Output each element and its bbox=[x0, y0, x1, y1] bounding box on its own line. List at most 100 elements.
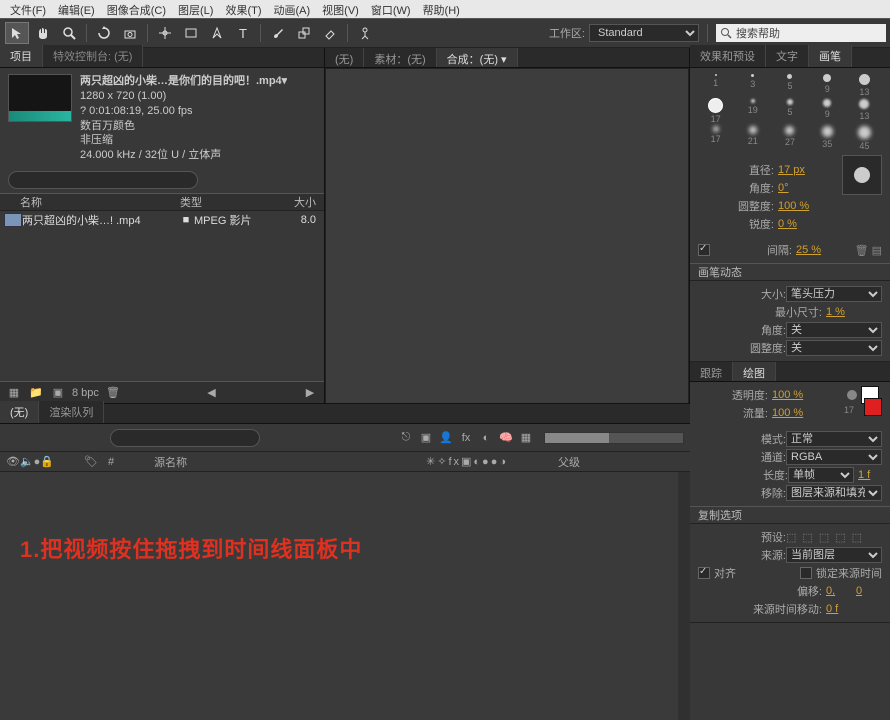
timeline-body[interactable]: 1.把视频按住拖拽到时间线面板中 bbox=[0, 472, 690, 720]
spacing-checkbox[interactable] bbox=[698, 244, 710, 256]
rectangle-tool[interactable] bbox=[179, 22, 203, 44]
tl-graph-icon[interactable]: ▣ bbox=[418, 431, 434, 445]
brush-preset[interactable]: 5 bbox=[772, 99, 807, 124]
brush-preset[interactable]: 17 bbox=[698, 126, 733, 151]
menu-file[interactable]: 文件(F) bbox=[4, 0, 52, 18]
bpc-toggle[interactable]: 8 bpc bbox=[72, 387, 99, 399]
brush-preset[interactable]: 45 bbox=[847, 126, 882, 151]
offset-x[interactable]: 0, bbox=[822, 585, 852, 597]
tab-brush[interactable]: 画笔 bbox=[809, 45, 852, 67]
transfer-select[interactable]: 图层来源和填充 bbox=[786, 485, 882, 501]
preset-icon[interactable]: ⬚ bbox=[819, 531, 829, 544]
menu-view[interactable]: 视图(V) bbox=[316, 0, 365, 18]
tl-3d-icon[interactable]: ▦ bbox=[518, 431, 534, 445]
mode-select[interactable]: 正常 bbox=[786, 431, 882, 447]
workspace-select[interactable]: Standard bbox=[589, 24, 699, 42]
project-search[interactable] bbox=[8, 171, 198, 189]
tab-tracker[interactable]: 跟踪 bbox=[690, 362, 733, 381]
brush-preset[interactable]: 13 bbox=[847, 74, 882, 97]
tab-composition[interactable]: 合成：(无) ▾ bbox=[437, 48, 518, 67]
roundness-value[interactable]: 100 % bbox=[774, 200, 834, 212]
length-field[interactable]: 1 f bbox=[854, 469, 882, 481]
brush-preset[interactable]: 21 bbox=[735, 126, 770, 151]
col-size[interactable]: 大小 bbox=[260, 194, 324, 210]
help-search[interactable]: 搜索帮助 bbox=[716, 24, 886, 42]
selection-tool[interactable] bbox=[5, 22, 29, 44]
swap-colors-icon[interactable] bbox=[847, 390, 857, 400]
source-name-col[interactable]: 源名称 bbox=[154, 454, 187, 470]
brush-tool[interactable] bbox=[266, 22, 290, 44]
comp-icon[interactable]: ▣ bbox=[50, 386, 66, 400]
anchor-tool[interactable] bbox=[153, 22, 177, 44]
interpret-icon[interactable]: ▦ bbox=[6, 386, 22, 400]
menu-layer[interactable]: 图层(L) bbox=[172, 0, 219, 18]
eraser-tool[interactable] bbox=[318, 22, 342, 44]
source-select[interactable]: 当前图层 bbox=[786, 547, 882, 563]
angle-dyn-select[interactable]: 关 bbox=[786, 322, 882, 338]
folder-icon[interactable]: 📁 bbox=[28, 386, 44, 400]
brush-preset[interactable]: 19 bbox=[735, 99, 770, 124]
background-swatch[interactable] bbox=[864, 398, 882, 416]
rotate-tool[interactable] bbox=[92, 22, 116, 44]
tab-render-queue[interactable]: 渲染队列 bbox=[39, 401, 104, 423]
hand-tool[interactable] bbox=[31, 22, 55, 44]
preset-icon[interactable]: ⬚ bbox=[852, 531, 862, 544]
menu-animation[interactable]: 动画(A) bbox=[268, 0, 317, 18]
tl-shy-icon[interactable]: 👤 bbox=[438, 431, 454, 445]
menu-edit[interactable]: 编辑(E) bbox=[52, 0, 101, 18]
av-toggles[interactable]: 👁🔈●🔒 bbox=[6, 455, 54, 468]
asset-row-checkbox[interactable]: ■ bbox=[178, 214, 194, 226]
offset-y[interactable]: 0 bbox=[852, 585, 882, 597]
timeshift-value[interactable]: 0 f bbox=[822, 603, 882, 615]
locksource-checkbox[interactable] bbox=[800, 567, 812, 579]
menu-composition[interactable]: 图像合成(C) bbox=[101, 0, 172, 18]
diameter-value[interactable]: 17 px bbox=[774, 164, 834, 176]
brush-preset[interactable]: 1 bbox=[698, 74, 733, 97]
col-type[interactable]: 类型 bbox=[180, 194, 260, 210]
minsize-value[interactable]: 1 % bbox=[822, 306, 882, 318]
menu-help[interactable]: 帮助(H) bbox=[417, 0, 466, 18]
tl-mb-icon[interactable]: ◐ bbox=[478, 431, 494, 445]
align-checkbox[interactable] bbox=[698, 567, 710, 579]
work-area-bar[interactable] bbox=[544, 432, 684, 444]
tab-footage[interactable]: 素材：(无) bbox=[364, 48, 436, 67]
tab-paint[interactable]: 绘图 bbox=[733, 362, 776, 381]
channel-select[interactable]: RGBA bbox=[786, 449, 882, 465]
trash-icon[interactable]: 🗑 bbox=[105, 386, 121, 400]
col-name[interactable]: 名称 bbox=[0, 194, 180, 210]
preset-icon[interactable]: ⬚ bbox=[802, 531, 812, 544]
parent-col[interactable]: 父级 bbox=[558, 454, 580, 470]
scroll-right-icon[interactable]: ▶ bbox=[302, 386, 318, 400]
brush-preset[interactable]: 13 bbox=[847, 99, 882, 124]
text-tool[interactable]: T bbox=[231, 22, 255, 44]
camera-tool[interactable] bbox=[118, 22, 142, 44]
brush-preset[interactable]: 5 bbox=[772, 74, 807, 97]
brush-preset[interactable]: 27 bbox=[772, 126, 807, 151]
spacing-value[interactable]: 25 % bbox=[792, 244, 852, 256]
tab-text[interactable]: 文字 bbox=[766, 45, 809, 67]
brush-preset[interactable]: 9 bbox=[810, 99, 845, 124]
tab-viewer-none[interactable]: (无) bbox=[325, 48, 364, 67]
scroll-left-icon[interactable]: ◀ bbox=[203, 386, 219, 400]
tl-opt-icon[interactable]: ⎋ bbox=[398, 431, 414, 445]
opacity-value[interactable]: 100 % bbox=[768, 389, 828, 401]
angle-value[interactable]: 0° bbox=[774, 182, 834, 194]
brush-preset[interactable]: 35 bbox=[810, 126, 845, 151]
switches-icons[interactable]: ✳✧fx▣◐●●◑ bbox=[426, 455, 508, 468]
sharpness-value[interactable]: 0 % bbox=[774, 218, 834, 230]
menu-window[interactable]: 窗口(W) bbox=[365, 0, 417, 18]
label-col-icon[interactable]: 🏷 bbox=[84, 455, 98, 468]
size-dyn-select[interactable]: 笔头压力 bbox=[786, 286, 882, 302]
zoom-tool[interactable] bbox=[57, 22, 81, 44]
length-select[interactable]: 单帧 bbox=[788, 467, 854, 483]
tl-fx-icon[interactable]: fx bbox=[458, 431, 474, 445]
tl-brain-icon[interactable]: 🧠 bbox=[498, 431, 514, 445]
clone-tool[interactable] bbox=[292, 22, 316, 44]
brush-preset[interactable]: 3 bbox=[735, 74, 770, 97]
tab-project[interactable]: 项目 bbox=[0, 45, 43, 67]
tab-effect-controls[interactable]: 特效控制台: (无) bbox=[43, 45, 143, 67]
brush-preset[interactable]: 17 bbox=[698, 99, 733, 124]
preset-icon[interactable]: ⬚ bbox=[786, 531, 796, 544]
pen-tool[interactable] bbox=[205, 22, 229, 44]
flow-value[interactable]: 100 % bbox=[768, 407, 828, 419]
